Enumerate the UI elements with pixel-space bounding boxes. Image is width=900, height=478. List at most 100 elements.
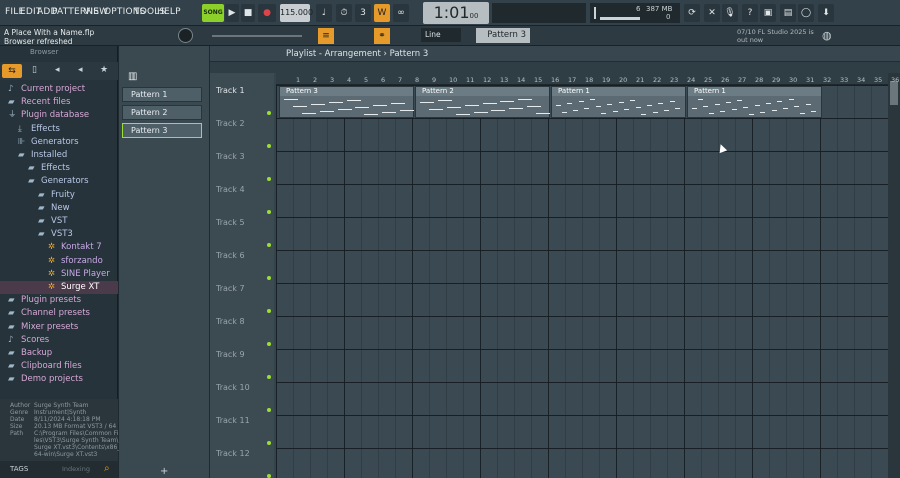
globe-icon[interactable]: ◍	[822, 29, 832, 42]
track-mute-dot[interactable]	[267, 144, 271, 148]
track-mute-dot[interactable]	[267, 342, 271, 346]
metronome-icon[interactable]: ♩	[316, 4, 332, 22]
track-label[interactable]: Track 10	[216, 383, 250, 392]
browser-item[interactable]: ♪ Current project	[0, 83, 118, 96]
chat-icon[interactable]: ◯	[798, 4, 814, 22]
news-text[interactable]: 07/10 FL Studio 2025 is out now	[737, 28, 819, 44]
pattern-item[interactable]: Pattern 1	[122, 87, 202, 102]
track-label[interactable]: Track 8	[216, 317, 245, 326]
browser-item[interactable]: ▰ Clipboard files	[0, 360, 118, 373]
track-mute-dot[interactable]	[267, 441, 271, 445]
clip-note	[765, 103, 771, 104]
bar-number: 19	[602, 76, 611, 84]
track-mute-dot[interactable]	[267, 210, 271, 214]
track-label[interactable]: Track 6	[216, 251, 245, 260]
browser-item[interactable]: ▰ Installed	[0, 149, 118, 162]
browser-item[interactable]: ▰ New	[0, 202, 118, 215]
browser-item[interactable]: ▰ VST	[0, 215, 118, 228]
play-button[interactable]: ▶	[225, 4, 239, 22]
stop-button[interactable]: ■	[241, 4, 255, 22]
track-label[interactable]: Track 4	[216, 185, 245, 194]
help-icon[interactable]: ?	[742, 4, 758, 22]
track-mute-dot[interactable]	[267, 243, 271, 247]
track-mute-dot[interactable]	[267, 177, 271, 181]
clip-note	[428, 109, 443, 110]
download-icon[interactable]: ⬇	[818, 4, 834, 22]
bar-number: 21	[636, 76, 645, 84]
playlist-clip[interactable]: Pattern 3	[279, 86, 415, 118]
link-button[interactable]: ⚭	[374, 28, 390, 44]
track-label[interactable]: Track 7	[216, 284, 245, 293]
track-label[interactable]: Track 9	[216, 350, 245, 359]
browser-item[interactable]: ▰ Demo projects	[0, 373, 118, 386]
browser-tab-samples[interactable]: ◂	[78, 65, 83, 75]
pattern-item[interactable]: Pattern 2	[122, 105, 202, 120]
mode-button[interactable]: ≡	[318, 28, 334, 44]
browser-item[interactable]: ▰ Channel presets	[0, 307, 118, 320]
track-mute-dot[interactable]	[267, 474, 271, 478]
pattern-item[interactable]: Pattern 3	[122, 123, 202, 138]
browser-tab-favorites[interactable]: ★	[100, 65, 108, 75]
time-display[interactable]: 1:0100	[423, 2, 489, 24]
snap-select[interactable]: Line	[421, 28, 461, 42]
playlist-clip[interactable]: Pattern 2	[415, 86, 551, 118]
playlist-grid[interactable]	[276, 85, 888, 478]
clip-label: Pattern 1	[688, 87, 821, 96]
render-icon[interactable]: ▤	[780, 4, 796, 22]
track-label[interactable]: Track 2	[216, 119, 245, 128]
track-label[interactable]: Track 11	[216, 416, 250, 425]
menu-help[interactable]: HELP	[157, 7, 181, 17]
track-mute-dot[interactable]	[267, 111, 271, 115]
add-pattern-button[interactable]: +	[160, 466, 168, 477]
record-button[interactable]: ●	[258, 4, 276, 22]
browser-tab-plugins[interactable]: ◂	[55, 65, 60, 75]
search-icon[interactable]: ⌕	[104, 463, 110, 474]
browser-item[interactable]: ▰ Mixer presets	[0, 321, 118, 334]
browser-item[interactable]: ▰ Fruity	[0, 189, 118, 202]
browser-item-label: Scores	[21, 334, 50, 345]
browser-item[interactable]: ✲ Kontakt 7	[0, 241, 118, 254]
browser-tab-all[interactable]: ⇆	[2, 64, 22, 78]
track-mute-dot[interactable]	[267, 375, 271, 379]
browser-item[interactable]: ♪ Scores	[0, 334, 118, 347]
browser-item[interactable]: ✲ sforzando	[0, 255, 118, 268]
track-label[interactable]: Track 5	[216, 218, 245, 227]
browser-item[interactable]: ▰ Backup	[0, 347, 118, 360]
browser-item[interactable]: ▰ VST3	[0, 228, 118, 241]
browser-item[interactable]: ✲ Surge XT	[0, 281, 118, 294]
track-label[interactable]: Track 3	[216, 152, 245, 161]
loop-record-icon[interactable]: ∞	[393, 4, 409, 22]
pattern-selector[interactable]: Pattern 3	[476, 28, 530, 43]
master-volume-knob[interactable]	[178, 28, 193, 43]
track-mute-dot[interactable]	[267, 408, 271, 412]
refresh-icon[interactable]: ⟳	[684, 4, 700, 22]
browser-item[interactable]: ▰ Plugin presets	[0, 294, 118, 307]
playlist-clip[interactable]: Pattern 1	[687, 86, 822, 118]
playlist-scrollbar[interactable]	[888, 73, 900, 478]
info-value: Surge Synth Team	[34, 402, 89, 409]
track-mute-dot[interactable]	[267, 309, 271, 313]
browser-item[interactable]: ▰ Recent files	[0, 96, 118, 109]
browser-item[interactable]: ▰ Effects	[0, 162, 118, 175]
tempo-display[interactable]: 115.000	[280, 4, 313, 22]
song-mode-button[interactable]: SONG	[202, 4, 224, 22]
save-icon[interactable]: ▣	[760, 4, 776, 22]
track-label[interactable]: Track 12	[216, 449, 250, 458]
browser-tab-files[interactable]: ▯	[32, 65, 37, 75]
clip-note	[612, 111, 618, 112]
tools-icon[interactable]: ✕	[704, 4, 720, 22]
wait-icon[interactable]: ⏱	[336, 4, 352, 22]
microphone-icon[interactable]: 🎙	[722, 4, 738, 22]
browser-item[interactable]: ✲ SINE Player	[0, 268, 118, 281]
browser-item[interactable]: ⊪ Generators	[0, 136, 118, 149]
countdown-icon[interactable]: 3	[355, 4, 371, 22]
master-pitch-slider[interactable]	[212, 35, 302, 37]
tags-search-hint[interactable]: Indexing	[62, 465, 90, 473]
browser-item[interactable]: ⏚ Plugin database	[0, 109, 118, 122]
track-label[interactable]: Track 1	[216, 86, 245, 95]
blend-notes-button[interactable]: W	[374, 4, 390, 22]
browser-item[interactable]: ▰ Generators	[0, 175, 118, 188]
track-mute-dot[interactable]	[267, 276, 271, 280]
browser-item[interactable]: ⤓ Effects	[0, 123, 118, 136]
playlist-clip[interactable]: Pattern 1	[551, 86, 686, 118]
